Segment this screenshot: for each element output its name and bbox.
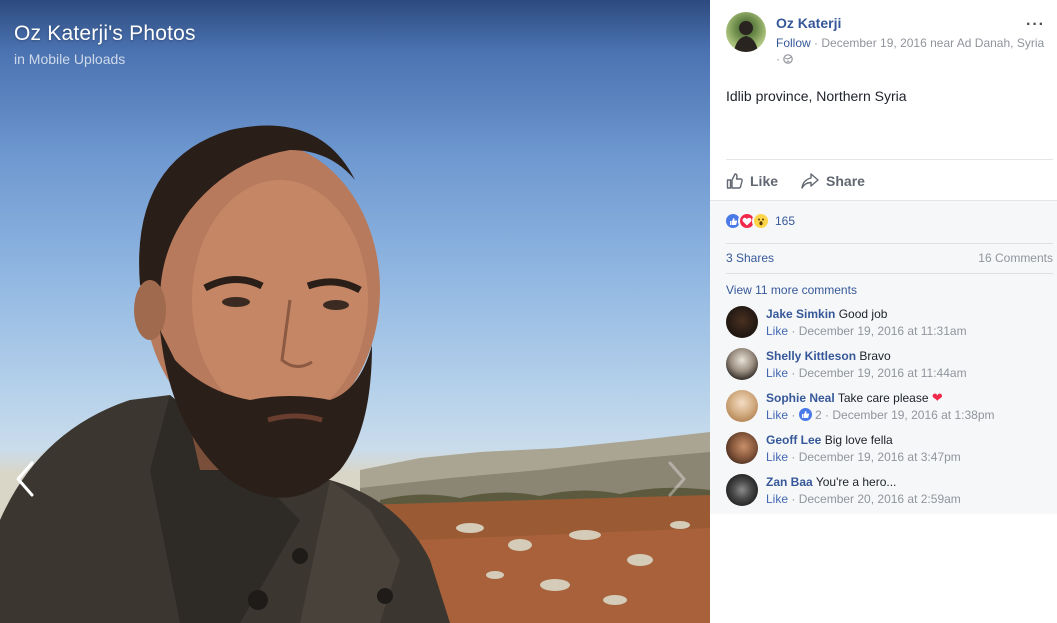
commenter-name[interactable]: Zan Baa <box>766 475 813 489</box>
post-caption: Idlib province, Northern Syria <box>726 88 907 104</box>
comment-separator: · <box>788 366 799 380</box>
album-subtitle[interactable]: in Mobile Uploads <box>14 51 125 67</box>
comment-time[interactable]: December 19, 2016 at 1:38pm <box>832 408 994 422</box>
meta-tail: · <box>776 52 784 66</box>
comment-item: Geoff Lee Big love fella Like · December… <box>726 428 1056 468</box>
comment-separator: · <box>788 450 799 464</box>
comment-meta: Like · December 19, 2016 at 11:31am <box>766 324 967 338</box>
photo-viewer: Oz Katerji's Photos in Mobile Uploads <box>0 0 710 623</box>
meta-separator: · <box>810 36 822 50</box>
share-label: Share <box>826 173 865 189</box>
commenter-avatar[interactable] <box>726 474 758 506</box>
comment-separator: · <box>788 492 799 506</box>
heart-emoji-icon: ❤ <box>931 390 943 405</box>
comment-item: Shelly Kittleson Bravo Like · December 1… <box>726 344 1056 384</box>
author-name[interactable]: Oz Katerji <box>776 15 841 31</box>
comment-item: Sophie Neal Take care please ❤ Like · 2 … <box>726 386 1056 426</box>
comment-body: Jake Simkin Good job <box>766 306 887 322</box>
post-panel: Oz Katerji Follow · December 19, 2016 ne… <box>710 0 1057 623</box>
reaction-count: 165 <box>775 214 796 228</box>
commenter-avatar[interactable] <box>726 348 758 380</box>
divider <box>726 273 1053 274</box>
thumbs-up-icon <box>726 173 743 189</box>
comment-reaction-count[interactable]: 2 <box>815 408 822 422</box>
comment-meta: Like · December 19, 2016 at 11:44am <box>766 366 967 380</box>
comment-like-link[interactable]: Like <box>766 366 788 380</box>
comment-body: Geoff Lee Big love fella <box>766 432 893 448</box>
comment-time[interactable]: December 20, 2016 at 2:59am <box>799 492 961 506</box>
share-arrow-icon <box>801 173 819 189</box>
more-options-icon: ··· <box>1026 16 1045 33</box>
comment-time[interactable]: December 19, 2016 at 11:31am <box>799 324 967 338</box>
post-date-location[interactable]: December 19, 2016 near Ad Danah, Syria <box>821 36 1044 50</box>
post-meta: Follow · December 19, 2016 near Ad Danah… <box>776 35 1056 67</box>
comment-text: Big love fella <box>824 433 893 447</box>
comments-count-link[interactable]: 16 Comments <box>978 251 1053 265</box>
commenter-avatar[interactable] <box>726 306 758 338</box>
divider <box>726 243 1053 244</box>
comment-text: You're a hero... <box>815 475 897 489</box>
author-avatar[interactable] <box>726 12 766 52</box>
comment-text: Bravo <box>859 349 891 363</box>
comment-like-link[interactable]: Like <box>766 492 788 506</box>
comment-meta: Like · December 20, 2016 at 2:59am <box>766 492 961 506</box>
comment-text: Good job <box>838 307 888 321</box>
comment-text: Take care please <box>837 391 929 405</box>
comment-body: Zan Baa You're a hero... <box>766 474 896 490</box>
shares-link[interactable]: 3 Shares <box>726 251 774 265</box>
post-actions: Like Share <box>726 168 887 194</box>
previous-photo-button[interactable] <box>10 455 40 503</box>
divider <box>726 159 1053 160</box>
chevron-right-icon <box>668 461 686 497</box>
like-button[interactable]: Like <box>726 168 778 194</box>
follow-link[interactable]: Follow <box>776 36 811 50</box>
comment-meta: Like · December 19, 2016 at 3:47pm <box>766 450 961 464</box>
commenter-avatar[interactable] <box>726 390 758 422</box>
chevron-left-icon <box>16 461 34 497</box>
comment-like-link[interactable]: Like <box>766 450 788 464</box>
post-header: Oz Katerji Follow · December 19, 2016 ne… <box>726 12 1051 72</box>
reactions-summary[interactable]: 165 <box>724 212 795 230</box>
globe-icon <box>783 54 794 64</box>
comment-item: Zan Baa You're a hero... Like · December… <box>726 470 1056 510</box>
comment-time[interactable]: December 19, 2016 at 3:47pm <box>799 450 961 464</box>
photo <box>0 125 710 623</box>
comment-like-reaction-icon[interactable] <box>798 408 812 421</box>
comment-meta: Like · 2 · December 19, 2016 at 1:38pm <box>766 408 995 422</box>
album-title[interactable]: Oz Katerji's Photos <box>14 22 196 46</box>
commenter-name[interactable]: Jake Simkin <box>766 307 835 321</box>
comment-like-link[interactable]: Like <box>766 324 788 338</box>
avatar-image <box>734 21 758 52</box>
share-button[interactable]: Share <box>800 168 865 194</box>
view-more-comments-link[interactable]: View 11 more comments <box>726 283 857 297</box>
next-photo-button[interactable] <box>662 455 692 503</box>
comment-like-link[interactable]: Like <box>766 408 788 422</box>
like-label: Like <box>750 173 779 189</box>
commenter-avatar[interactable] <box>726 432 758 464</box>
commenter-name[interactable]: Geoff Lee <box>766 433 821 447</box>
comment-body: Shelly Kittleson Bravo <box>766 348 891 364</box>
commenter-name[interactable]: Shelly Kittleson <box>766 349 856 363</box>
more-options-button[interactable]: ··· <box>1026 16 1045 34</box>
feedback-section: 165 3 Shares 16 Comments View 11 more co… <box>710 200 1057 514</box>
comment-time[interactable]: December 19, 2016 at 11:44am <box>799 366 967 380</box>
comment-separator: · <box>788 324 799 338</box>
commenter-name[interactable]: Sophie Neal <box>766 391 835 405</box>
comment-separator: · <box>821 408 833 422</box>
wow-reaction-icon <box>752 212 770 230</box>
comment-separator: · <box>788 408 799 422</box>
comment-item: Jake Simkin Good job Like · December 19,… <box>726 302 1056 342</box>
comment-body: Sophie Neal Take care please ❤ <box>766 390 943 406</box>
